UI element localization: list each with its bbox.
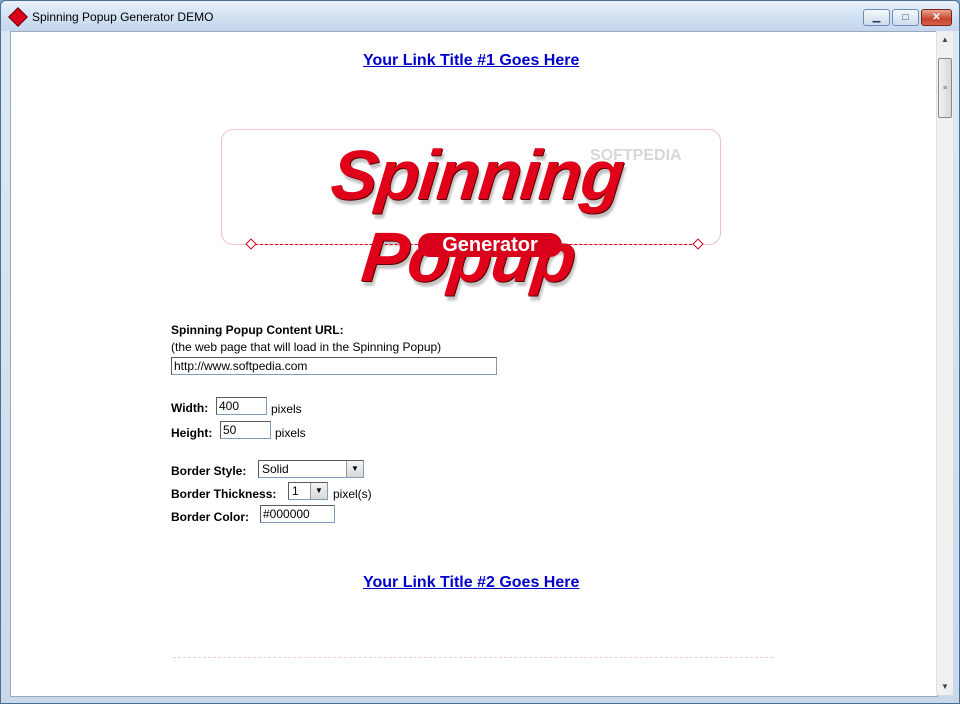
link-title-2[interactable]: Your Link Title #2 Goes Here <box>363 574 579 592</box>
arrow-down-icon: ▼ <box>941 682 949 691</box>
logo-badge: Generator <box>418 233 562 257</box>
border-style-select[interactable]: Solid ▼ <box>258 460 364 478</box>
url-label: Spinning Popup Content URL: <box>171 323 344 337</box>
url-hint: (the web page that will load in the Spin… <box>171 340 442 354</box>
close-button[interactable]: ✕ <box>921 9 952 26</box>
scroll-up-button[interactable]: ▲ <box>937 31 953 48</box>
app-diamond-icon <box>8 7 28 27</box>
url-input[interactable]: http://www.softpedia.com <box>171 357 497 375</box>
border-thickness-select[interactable]: 1 ▼ <box>288 482 328 500</box>
close-icon: ✕ <box>932 12 941 23</box>
height-input[interactable]: 50 <box>220 421 271 439</box>
maximize-icon: □ <box>902 12 909 23</box>
height-unit: pixels <box>275 426 306 440</box>
width-unit: pixels <box>271 402 302 416</box>
chevron-down-icon[interactable]: ▼ <box>310 483 327 499</box>
link-title-1[interactable]: Your Link Title #1 Goes Here <box>363 52 579 70</box>
border-thickness-value: 1 <box>292 484 299 498</box>
minimize-icon: ▁ <box>872 12 881 23</box>
grip-icon: ≡ <box>942 84 948 92</box>
title-bar[interactable]: Spinning Popup Generator DEMO ▁ □ ✕ <box>1 1 959 31</box>
border-style-label: Border Style: <box>171 464 247 478</box>
border-thickness-unit: pixel(s) <box>333 487 372 501</box>
border-thickness-label: Border Thickness: <box>171 487 277 501</box>
footer-divider <box>173 657 773 658</box>
scroll-down-button[interactable]: ▼ <box>937 678 953 695</box>
maximize-button[interactable]: □ <box>892 9 919 26</box>
border-color-input[interactable]: #000000 <box>260 505 335 523</box>
border-style-value: Solid <box>262 462 289 476</box>
vertical-scrollbar[interactable]: ▲ ≡ ▼ <box>936 31 953 695</box>
border-color-label: Border Color: <box>171 510 249 524</box>
arrow-up-icon: ▲ <box>941 35 949 44</box>
width-label: Width: <box>171 401 209 415</box>
scroll-thumb[interactable]: ≡ <box>938 58 952 118</box>
height-label: Height: <box>171 426 213 440</box>
app-window: Spinning Popup Generator DEMO ▁ □ ✕ ▲ ≡ … <box>0 0 960 704</box>
chevron-down-icon[interactable]: ▼ <box>346 461 363 477</box>
window-title: Spinning Popup Generator DEMO <box>32 10 214 24</box>
width-input[interactable]: 400 <box>216 397 267 415</box>
watermark-logo: SOFTPEDIA <box>590 147 682 164</box>
minimize-button[interactable]: ▁ <box>863 9 890 26</box>
